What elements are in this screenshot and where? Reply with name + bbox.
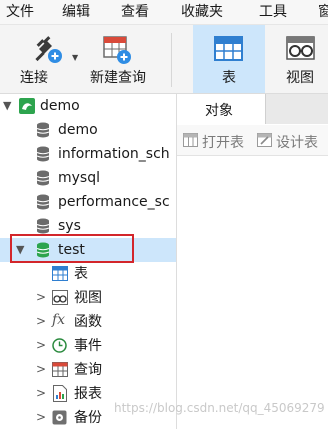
function-icon: fx [52,312,66,328]
connection-node[interactable]: ▼ demo [0,94,176,118]
navigation-tree: ▼ demo demo information_schmysql performan… [0,94,177,429]
chevron-right-icon[interactable]: > [36,362,46,376]
database-label: mysql [58,170,100,186]
tab-objects-label: 对象 [205,103,233,119]
tree-node-views[interactable]: > 视图 [0,286,176,310]
table-label: 表 [222,70,236,86]
tree-node-functions[interactable]: > fx 函数 [0,310,176,334]
view-label: 视图 [286,70,314,86]
tree-node-label: 表 [74,266,88,282]
database-icon [36,194,50,214]
menu-view[interactable]: 查看 [121,3,149,21]
database-label: demo [58,122,98,138]
database-icon [36,122,50,142]
toolbar: 连接 ▼ 新建查询 表 视图 [0,25,328,94]
database-node[interactable]: mysql [0,166,176,190]
table-button[interactable]: 表 [193,25,265,93]
view-icon [286,35,316,67]
tab-objects[interactable]: 对象 [177,94,266,124]
chevron-down-icon[interactable]: ▼ [3,99,11,112]
menu-tools[interactable]: 工具 [259,3,287,21]
toolbar-separator [171,33,172,87]
menu-window[interactable]: 窗 [318,3,328,21]
chevron-right-icon[interactable]: > [36,314,46,328]
database-icon [36,170,50,190]
database-node[interactable]: performance_sc [0,190,176,214]
tree-node-label: 查询 [74,362,102,378]
menu-file[interactable]: 文件 [6,3,34,21]
database-label: sys [58,218,81,234]
menu-bar: 文件 编辑 查看 收藏夹 工具 窗 [0,0,328,25]
object-toolbar: 打开表 设计表 [177,125,328,156]
design-table-icon [257,133,272,151]
mysql-connection-icon [18,97,36,119]
connection-label: demo [40,98,80,114]
connect-button[interactable]: 连接 ▼ [14,25,78,93]
menu-favorites[interactable]: 收藏夹 [181,3,223,21]
tree-node-label: 报表 [74,386,102,402]
view-button[interactable]: 视图 [272,25,328,93]
chevron-right-icon[interactable]: > [36,338,46,352]
tree-node-queries[interactable]: > 查询 [0,358,176,382]
chevron-right-icon[interactable]: > [36,386,46,400]
table-icon [52,266,68,285]
menu-edit[interactable]: 编辑 [62,3,90,21]
watermark: https://blog.csdn.net/qq_45069279 [114,401,325,415]
new-query-button[interactable]: 新建查询 [86,25,150,93]
plug-icon [33,35,63,69]
database-node[interactable]: information_sch [0,142,176,166]
tree-node-label: 函数 [74,314,102,330]
database-label: information_sch [58,146,170,162]
tree-node-tables[interactable]: 表 [0,262,176,286]
new-query-label: 新建查询 [90,70,146,86]
report-icon [53,385,67,406]
database-node[interactable]: demo [0,118,176,142]
design-table-button[interactable]: 设计表 [276,132,318,152]
new-query-icon [102,35,132,69]
chevron-right-icon[interactable]: > [36,290,46,304]
open-table-icon [183,133,198,151]
tree-node-label: 事件 [74,338,102,354]
database-label: performance_sc [58,194,170,210]
database-icon [36,146,50,166]
query-icon [52,362,68,381]
table-icon [214,35,244,67]
connect-label: 连接 [20,70,48,86]
clock-icon [52,338,67,357]
backup-icon [52,410,67,429]
tree-node-label: 备份 [74,410,102,426]
tree-node-label: 视图 [74,290,102,306]
tree-node-events[interactable]: > 事件 [0,334,176,358]
open-table-button[interactable]: 打开表 [202,132,244,152]
object-panel: 对象 打开表 设计表 [177,94,328,429]
chevron-right-icon[interactable]: > [36,410,46,424]
highlight-box [10,234,134,263]
dropdown-arrow-icon[interactable]: ▼ [72,53,78,62]
view-icon [52,290,68,309]
tab-bar: 对象 [177,94,328,124]
